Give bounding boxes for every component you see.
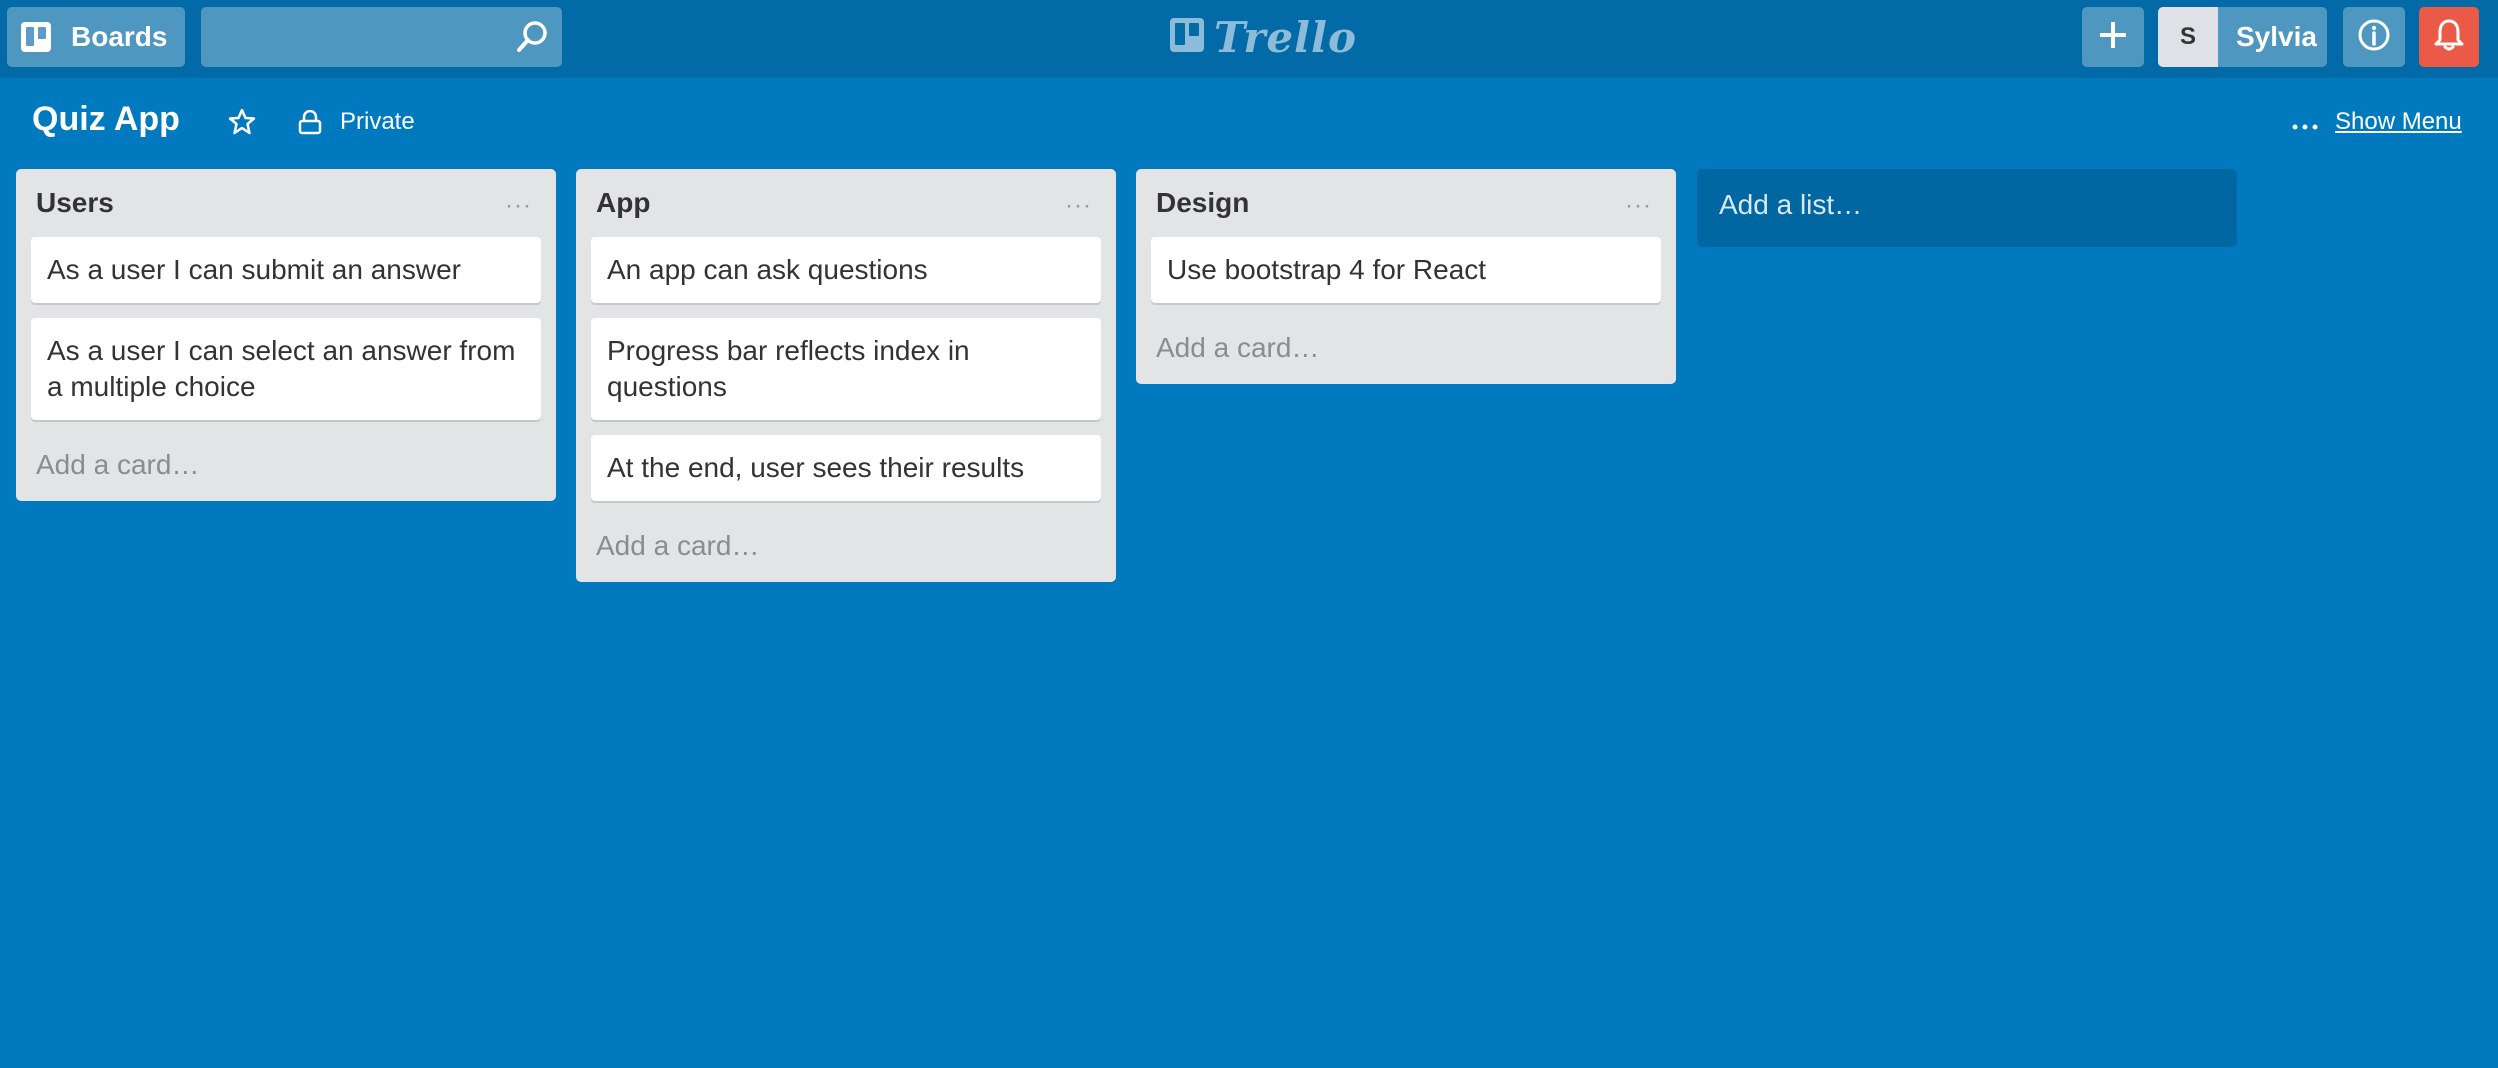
list-card[interactable]: Progress bar reflects index in questions: [591, 318, 1101, 420]
board-title[interactable]: Quiz App: [32, 100, 180, 139]
notifications-button[interactable]: [2419, 7, 2479, 67]
member-menu-button[interactable]: S Sylvia: [2158, 7, 2327, 67]
list-card[interactable]: At the end, user sees their results: [591, 435, 1101, 501]
list-design: Design ··· Use bootstrap 4 for React Add…: [1136, 169, 1676, 384]
boards-label: Boards: [71, 21, 168, 52]
list-header: Design ···: [1136, 169, 1676, 237]
list-card[interactable]: Use bootstrap 4 for React: [1151, 237, 1661, 303]
more-icon[interactable]: [2292, 118, 2318, 136]
add-card-button[interactable]: Add a card…: [16, 435, 556, 501]
top-header: Boards Trello S Sylvia: [0, 0, 2498, 78]
privacy-label[interactable]: Private: [340, 108, 415, 136]
boards-button[interactable]: Boards: [7, 7, 185, 67]
list-app: App ··· An app can ask questions Progres…: [576, 169, 1116, 582]
lock-icon[interactable]: [297, 109, 323, 141]
list-title[interactable]: Design: [1156, 187, 1249, 219]
search-icon[interactable]: [514, 19, 550, 60]
list-header: App ···: [576, 169, 1116, 237]
trello-logo[interactable]: Trello: [1170, 12, 1357, 62]
info-button[interactable]: [2343, 7, 2405, 67]
add-list-button[interactable]: Add a list…: [1697, 169, 2237, 247]
add-card-button[interactable]: Add a card…: [576, 516, 1116, 582]
trello-logo-text: Trello: [1214, 12, 1357, 62]
list-card[interactable]: As a user I can select an answer from a …: [31, 318, 541, 420]
list-title[interactable]: App: [596, 187, 650, 219]
info-icon: [2357, 18, 2391, 57]
list-menu-icon[interactable]: ···: [1625, 192, 1652, 220]
list-users: Users ··· As a user I can submit an answ…: [16, 169, 556, 501]
search-box[interactable]: [201, 7, 562, 67]
user-name: Sylvia: [2236, 21, 2317, 52]
avatar: S: [2158, 7, 2218, 67]
list-title[interactable]: Users: [36, 187, 114, 219]
list-header: Users ···: [16, 169, 556, 237]
add-button[interactable]: [2082, 7, 2144, 67]
list-menu-icon[interactable]: ···: [1065, 192, 1092, 220]
list-card[interactable]: An app can ask questions: [591, 237, 1101, 303]
star-icon[interactable]: [228, 108, 256, 141]
plus-icon: [2098, 20, 2128, 55]
trello-logo-icon: [1170, 17, 1204, 57]
list-card[interactable]: As a user I can submit an answer: [31, 237, 541, 303]
search-input[interactable]: [201, 7, 501, 67]
show-menu-link[interactable]: Show Menu: [2335, 108, 2462, 136]
list-menu-icon[interactable]: ···: [505, 192, 532, 220]
boards-icon: [21, 22, 51, 52]
bell-icon: [2433, 18, 2465, 57]
add-card-button[interactable]: Add a card…: [1136, 318, 1676, 384]
